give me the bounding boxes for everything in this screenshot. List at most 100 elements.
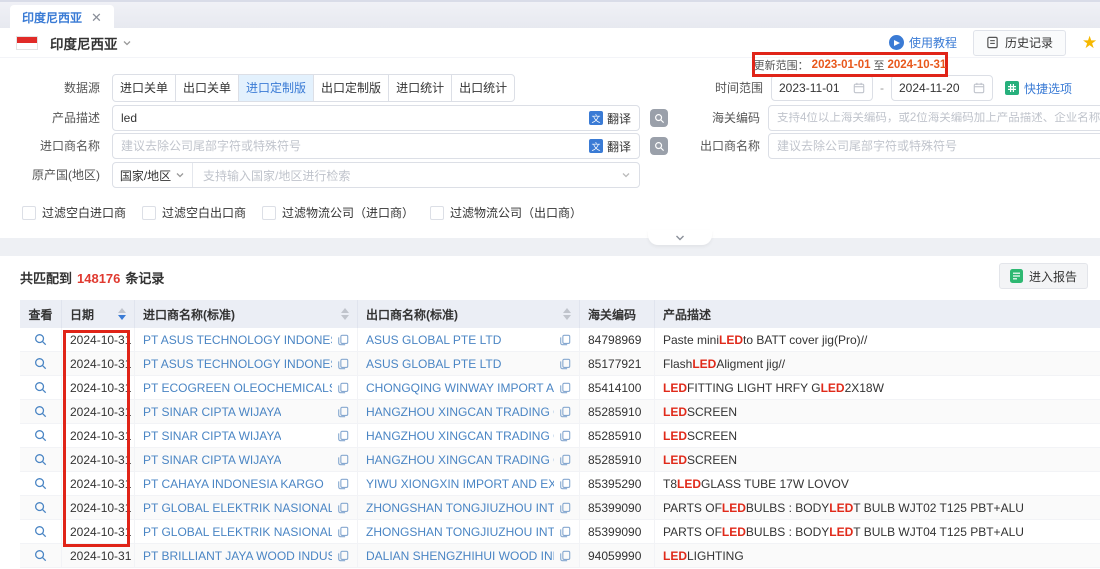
column-header[interactable]: 进口商名称(标准) [135, 300, 358, 328]
history-icon [986, 36, 999, 49]
importer-link[interactable]: PT BRILLIANT JAYA WOOD INDUSTRY [143, 549, 332, 563]
copy-icon[interactable] [332, 382, 349, 394]
copy-icon[interactable] [332, 550, 349, 562]
checkbox-icon[interactable] [22, 206, 36, 220]
close-icon[interactable]: ✕ [91, 10, 102, 26]
view-record-magnifier-icon[interactable] [34, 357, 47, 370]
filter-checkbox[interactable]: 过滤空白进口商 [22, 204, 126, 221]
collapse-panel-handle[interactable] [648, 230, 712, 245]
sort-caret-icon[interactable] [112, 308, 126, 320]
exporter-link[interactable]: HANGZHOU XINGCAN TRADING CO LTD [366, 429, 554, 443]
data-source-tab[interactable]: 进口统计 [388, 74, 452, 102]
filter-checkbox[interactable]: 过滤物流公司（出口商） [430, 204, 582, 221]
importer-link[interactable]: PT SINAR CIPTA WIJAYA [143, 453, 281, 467]
translate-button[interactable]: 文 翻译 [589, 138, 631, 155]
copy-icon[interactable] [554, 478, 571, 490]
product-desc-input[interactable] [121, 111, 589, 125]
importer-link[interactable]: PT ASUS TECHNOLOGY INDONESIA BA... [143, 333, 332, 347]
view-record-magnifier-icon[interactable] [34, 477, 47, 490]
copy-icon[interactable] [332, 454, 349, 466]
view-record-magnifier-icon[interactable] [34, 333, 47, 346]
origin-field[interactable]: 国家/地区 支持输入国家/地区进行检索 [112, 162, 640, 188]
copy-icon[interactable] [554, 454, 571, 466]
copy-icon[interactable] [332, 358, 349, 370]
filter-checkbox[interactable]: 过滤物流公司（进口商） [262, 204, 414, 221]
importer-input[interactable] [121, 139, 589, 153]
copy-icon[interactable] [332, 430, 349, 442]
translate-button[interactable]: 文 翻译 [589, 110, 631, 127]
importer-link[interactable]: PT SINAR CIPTA WIJAYA [143, 405, 281, 419]
origin-type-select[interactable]: 国家/地区 [113, 163, 193, 187]
copy-icon[interactable] [554, 502, 571, 514]
hs-code-field[interactable] [768, 105, 1100, 131]
product-desc-field[interactable]: 文 翻译 [112, 105, 640, 131]
data-source-tab[interactable]: 进口定制版 [238, 74, 314, 102]
enter-report-button[interactable]: 进入报告 [999, 263, 1088, 289]
importer-link[interactable]: PT GLOBAL ELEKTRIK NASIONAL [143, 525, 332, 539]
importer-field[interactable]: 文 翻译 [112, 133, 640, 159]
checkbox-icon[interactable] [142, 206, 156, 220]
copy-icon[interactable] [554, 430, 571, 442]
importer-link[interactable]: PT SINAR CIPTA WIJAYA [143, 429, 281, 443]
country-selector[interactable]: 印度尼西亚 [16, 33, 132, 53]
start-date-input[interactable] [771, 75, 873, 101]
copy-icon[interactable] [554, 526, 571, 538]
importer-link[interactable]: PT ASUS TECHNOLOGY INDONESIA BA... [143, 357, 332, 371]
end-date-input[interactable] [891, 75, 993, 101]
start-date-value[interactable] [779, 81, 850, 95]
exporter-link[interactable]: ASUS GLOBAL PTE LTD [366, 333, 501, 347]
star-icon[interactable]: ★ [1082, 33, 1094, 53]
chevron-down-icon[interactable] [621, 170, 639, 180]
column-header[interactable]: 出口商名称(标准) [358, 300, 580, 328]
end-date-value[interactable] [899, 81, 970, 95]
hs-code-cell: 85414100 [580, 376, 655, 400]
importer-link[interactable]: PT CAHAYA INDONESIA KARGO [143, 477, 324, 491]
copy-icon[interactable] [554, 334, 571, 346]
view-cell [20, 472, 62, 496]
data-source-tab[interactable]: 出口关单 [175, 74, 239, 102]
checkbox-icon[interactable] [262, 206, 276, 220]
exporter-input[interactable] [777, 139, 1100, 153]
exporter-link[interactable]: CHONGQING WINWAY IMPORT AND E... [366, 381, 554, 395]
exporter-link[interactable]: ZHONGSHAN TONGJIUZHOU INTERNA... [366, 525, 554, 539]
view-record-magnifier-icon[interactable] [34, 381, 47, 394]
exporter-link[interactable]: DALIAN SHENGZHIHUI WOOD INDUST... [366, 549, 554, 563]
quick-options-link[interactable]: 快捷选项 [1005, 80, 1072, 97]
filter-checkbox[interactable]: 过滤空白出口商 [142, 204, 246, 221]
view-record-magnifier-icon[interactable] [34, 501, 47, 514]
copy-icon[interactable] [554, 550, 571, 562]
data-source-tab[interactable]: 进口关单 [112, 74, 176, 102]
sort-caret-icon[interactable] [335, 308, 349, 320]
copy-icon[interactable] [554, 406, 571, 418]
copy-icon[interactable] [332, 526, 349, 538]
exporter-link[interactable]: ZHONGSHAN TONGJIUZHOU INTERNA... [366, 501, 554, 515]
copy-icon[interactable] [332, 406, 349, 418]
column-header[interactable]: 日期 [62, 300, 135, 328]
data-source-tab[interactable]: 出口定制版 [313, 74, 389, 102]
exporter-link[interactable]: HANGZHOU XINGCAN TRADING CO LTD [366, 405, 554, 419]
copy-icon[interactable] [332, 502, 349, 514]
exporter-field[interactable] [768, 133, 1100, 159]
history-button[interactable]: 历史记录 [973, 30, 1066, 56]
view-record-magnifier-icon[interactable] [34, 429, 47, 442]
data-source-tab[interactable]: 出口统计 [451, 74, 515, 102]
view-record-magnifier-icon[interactable] [34, 525, 47, 538]
exporter-link[interactable]: HANGZHOU XINGCAN TRADING CO LTD [366, 453, 554, 467]
exporter-link[interactable]: ASUS GLOBAL PTE LTD [366, 357, 501, 371]
view-record-magnifier-icon[interactable] [34, 405, 47, 418]
checkbox-icon[interactable] [430, 206, 444, 220]
view-record-magnifier-icon[interactable] [34, 549, 47, 562]
tutorial-link[interactable]: 使用教程 [889, 34, 957, 51]
copy-icon[interactable] [332, 478, 349, 490]
table-row: 2024-10-31PT SINAR CIPTA WIJAYAHANGZHOU … [20, 448, 1100, 472]
sort-caret-icon[interactable] [557, 308, 571, 320]
hs-code-input[interactable] [777, 112, 1100, 124]
importer-link[interactable]: PT ECOGREEN OLEOCHEMICALS [143, 381, 332, 395]
copy-icon[interactable] [554, 382, 571, 394]
copy-icon[interactable] [554, 358, 571, 370]
exporter-link[interactable]: YIWU XIONGXIN IMPORT AND EXPORT... [366, 477, 554, 491]
view-record-magnifier-icon[interactable] [34, 453, 47, 466]
copy-icon[interactable] [332, 334, 349, 346]
tab-indonesia[interactable]: 印度尼西亚 ✕ [10, 5, 114, 30]
importer-link[interactable]: PT GLOBAL ELEKTRIK NASIONAL [143, 501, 332, 515]
